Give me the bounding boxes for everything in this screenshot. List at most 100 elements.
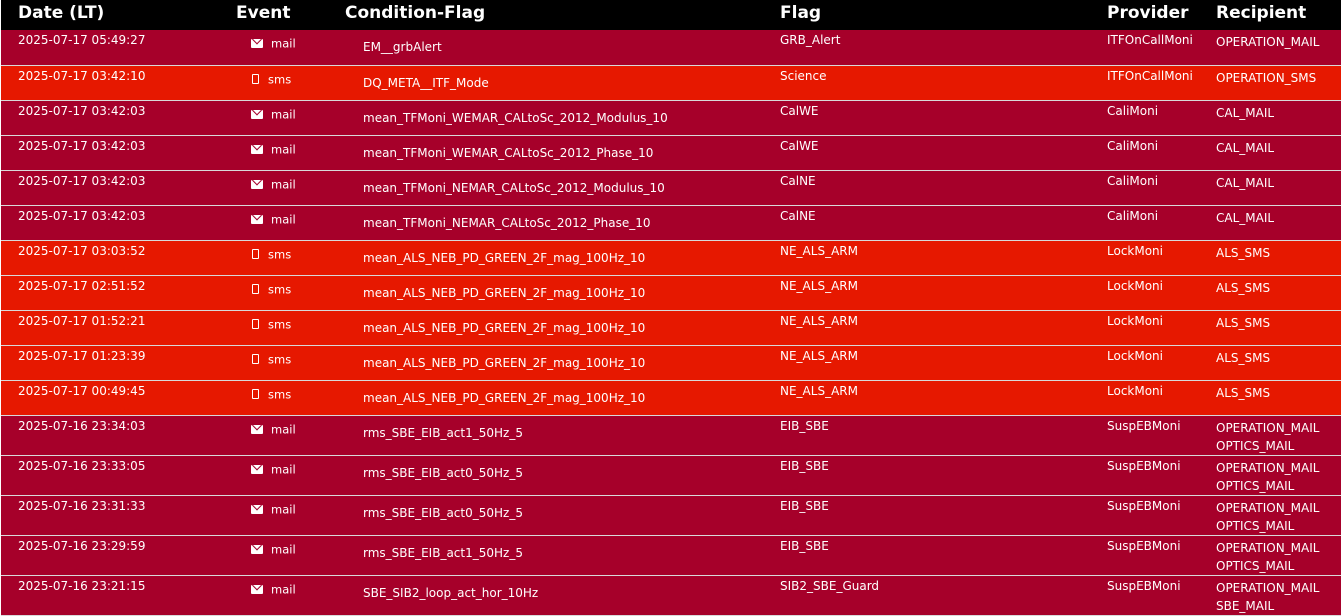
envelope-icon	[251, 464, 263, 474]
table-row[interactable]: 2025-07-17 03:42:03 mail mean_TFMoni_NEMAR…	[1, 205, 1341, 240]
cell-provider: SuspEBMoni	[1107, 418, 1181, 433]
recipient-item: CAL_MAIL	[1216, 105, 1275, 120]
cell-flag: NE_ALS_ARM	[780, 243, 858, 258]
recipient-item: OPERATION_MAIL	[1216, 540, 1320, 555]
alerts-log-view: Date (LT) Event Condition-Flag Flag Prov…	[0, 0, 1342, 615]
phone-icon	[252, 249, 259, 259]
header-provider[interactable]: Provider	[1107, 0, 1216, 30]
cell-date: 2025-07-16 23:34:03	[18, 418, 146, 433]
table-row[interactable]: 2025-07-17 01:52:21 sms mean_ALS_NEB_PD_GR…	[1, 310, 1341, 345]
event-label: mail	[271, 542, 296, 556]
table-row[interactable]: 2025-07-17 05:49:27 mail EM__grbAlert GRB_A…	[1, 30, 1341, 65]
cell-date: 2025-07-17 01:23:39	[18, 348, 146, 363]
cell-provider: ITFOnCallMoni	[1107, 68, 1193, 83]
event-label: sms	[268, 247, 292, 261]
cell-flag: CalWE	[780, 138, 819, 153]
recipient-item: OPERATION_SMS	[1216, 70, 1317, 85]
cell-provider: CaliMoni	[1107, 103, 1159, 118]
envelope-icon	[251, 584, 263, 594]
cell-recipient: CAL_MAIL	[1216, 135, 1341, 170]
table-row[interactable]: 2025-07-16 23:34:03 mail rms_SBE_EIB_act1_…	[1, 415, 1341, 455]
cell-flag: NE_ALS_ARM	[780, 278, 858, 293]
header-recipient[interactable]: Recipient	[1216, 0, 1341, 30]
header-flag[interactable]: Flag	[780, 0, 1107, 30]
cell-event: mail	[236, 415, 345, 455]
cell-recipient: ALS_SMS	[1216, 380, 1341, 415]
cell-recipient: ALS_SMS	[1216, 275, 1341, 310]
cell-event: sms	[236, 240, 345, 275]
table-row[interactable]: 2025-07-17 03:03:52 sms mean_ALS_NEB_PD_GR…	[1, 240, 1341, 275]
cell-recipient: CAL_MAIL	[1216, 170, 1341, 205]
cell-flag: GRB_Alert	[780, 33, 841, 47]
cell-recipient: OPERATION_MAIL SBE_MAIL	[1216, 575, 1341, 615]
cell-provider: SuspEBMoni	[1107, 578, 1181, 593]
table-row[interactable]: 2025-07-17 03:42:10 sms DQ_META__ITF_Mode S…	[1, 65, 1341, 100]
cell-event: mail	[236, 535, 345, 575]
recipient-item: ALS_SMS	[1216, 315, 1271, 330]
event-label: mail	[271, 212, 296, 226]
table-row[interactable]: 2025-07-16 23:31:33 mail rms_SBE_EIB_act0_…	[1, 495, 1341, 535]
cell-condition-flag: rms_SBE_EIB_act0_50Hz_5	[363, 505, 523, 520]
cell-recipient: CAL_MAIL	[1216, 205, 1341, 240]
cell-condition-flag: rms_SBE_EIB_act1_50Hz_5	[363, 425, 523, 440]
cell-date: 2025-07-16 23:21:15	[18, 578, 146, 593]
event-label: sms	[268, 72, 292, 86]
recipient-item: OPTICS_MAIL	[1216, 558, 1295, 573]
table-row[interactable]: 2025-07-17 03:42:03 mail mean_TFMoni_WEMAR…	[1, 100, 1341, 135]
cell-provider: LockMoni	[1107, 313, 1163, 328]
cell-event: sms	[236, 310, 345, 345]
cell-condition-flag: mean_TFMoni_NEMAR_CALtoSc_2012_Phase_10	[363, 215, 651, 230]
cell-condition-flag: mean_TFMoni_NEMAR_CALtoSc_2012_Modulus_1…	[363, 180, 665, 195]
event-label: mail	[271, 36, 296, 51]
cell-provider: LockMoni	[1107, 383, 1163, 398]
header-event[interactable]: Event	[236, 0, 345, 30]
table-row[interactable]: 2025-07-16 23:33:05 mail rms_SBE_EIB_act0_…	[1, 455, 1341, 495]
cell-flag: Science	[780, 68, 827, 83]
table-row[interactable]: 2025-07-17 02:51:52 sms mean_ALS_NEB_PD_GR…	[1, 275, 1341, 310]
header-condition-flag[interactable]: Condition-Flag	[345, 0, 780, 30]
phone-icon	[252, 389, 259, 399]
event-label: mail	[271, 177, 296, 191]
table-row[interactable]: 2025-07-17 00:49:45 sms mean_ALS_NEB_PD_GR…	[1, 380, 1341, 415]
cell-flag: EIB_SBE	[780, 498, 829, 513]
cell-event: mail	[236, 170, 345, 205]
cell-date: 2025-07-17 03:42:03	[18, 138, 146, 153]
event-label: mail	[271, 502, 296, 516]
table-row[interactable]: 2025-07-17 01:23:39 sms mean_ALS_NEB_PD_GR…	[1, 345, 1341, 380]
cell-provider: LockMoni	[1107, 348, 1163, 363]
alerts-table: Date (LT) Event Condition-Flag Flag Prov…	[1, 0, 1341, 616]
cell-date: 2025-07-16 23:33:05	[18, 458, 146, 473]
header-date[interactable]: Date (LT)	[1, 0, 236, 30]
cell-provider: CaliMoni	[1107, 138, 1159, 153]
table-row[interactable]: 2025-07-16 23:29:59 mail rms_SBE_EIB_act1_…	[1, 535, 1341, 575]
cell-event: mail	[236, 205, 345, 240]
cell-condition-flag: mean_ALS_NEB_PD_GREEN_2F_mag_100Hz_10	[363, 390, 646, 405]
envelope-icon	[251, 504, 263, 514]
cell-date: 2025-07-17 03:42:10	[18, 68, 146, 83]
cell-date: 2025-07-17 01:52:21	[18, 313, 146, 328]
cell-condition-flag: mean_TFMoni_WEMAR_CALtoSc_2012_Modulus_1…	[363, 110, 668, 125]
table-row[interactable]: 2025-07-16 23:21:15 mail SBE_SIB2_loop_act…	[1, 575, 1341, 615]
recipient-item: ALS_SMS	[1216, 385, 1271, 400]
cell-flag: CalNE	[780, 208, 816, 223]
table-row[interactable]: 2025-07-17 03:42:03 mail mean_TFMoni_WEMAR…	[1, 135, 1341, 170]
recipient-item: ALS_SMS	[1216, 280, 1271, 295]
recipient-item: ALS_SMS	[1216, 245, 1271, 260]
cell-provider: LockMoni	[1107, 278, 1163, 293]
cell-condition-flag: mean_ALS_NEB_PD_GREEN_2F_mag_100Hz_10	[363, 285, 646, 300]
cell-event: mail	[236, 100, 345, 135]
table-row[interactable]: 2025-07-17 03:42:03 mail mean_TFMoni_NEMAR…	[1, 170, 1341, 205]
cell-event: mail	[236, 135, 345, 170]
envelope-icon	[251, 109, 263, 119]
event-label: sms	[268, 317, 292, 331]
cell-event: sms	[236, 275, 345, 310]
recipient-item: SBE_MAIL	[1216, 598, 1275, 613]
cell-provider: CaliMoni	[1107, 208, 1159, 223]
recipient-item: OPERATION_MAIL	[1216, 35, 1320, 49]
envelope-icon	[251, 214, 263, 224]
envelope-icon	[251, 424, 263, 434]
cell-provider: ITFOnCallMoni	[1107, 33, 1193, 47]
cell-provider: SuspEBMoni	[1107, 538, 1181, 553]
cell-date: 2025-07-16 23:29:59	[18, 538, 146, 553]
cell-date: 2025-07-17 02:51:52	[18, 278, 146, 293]
